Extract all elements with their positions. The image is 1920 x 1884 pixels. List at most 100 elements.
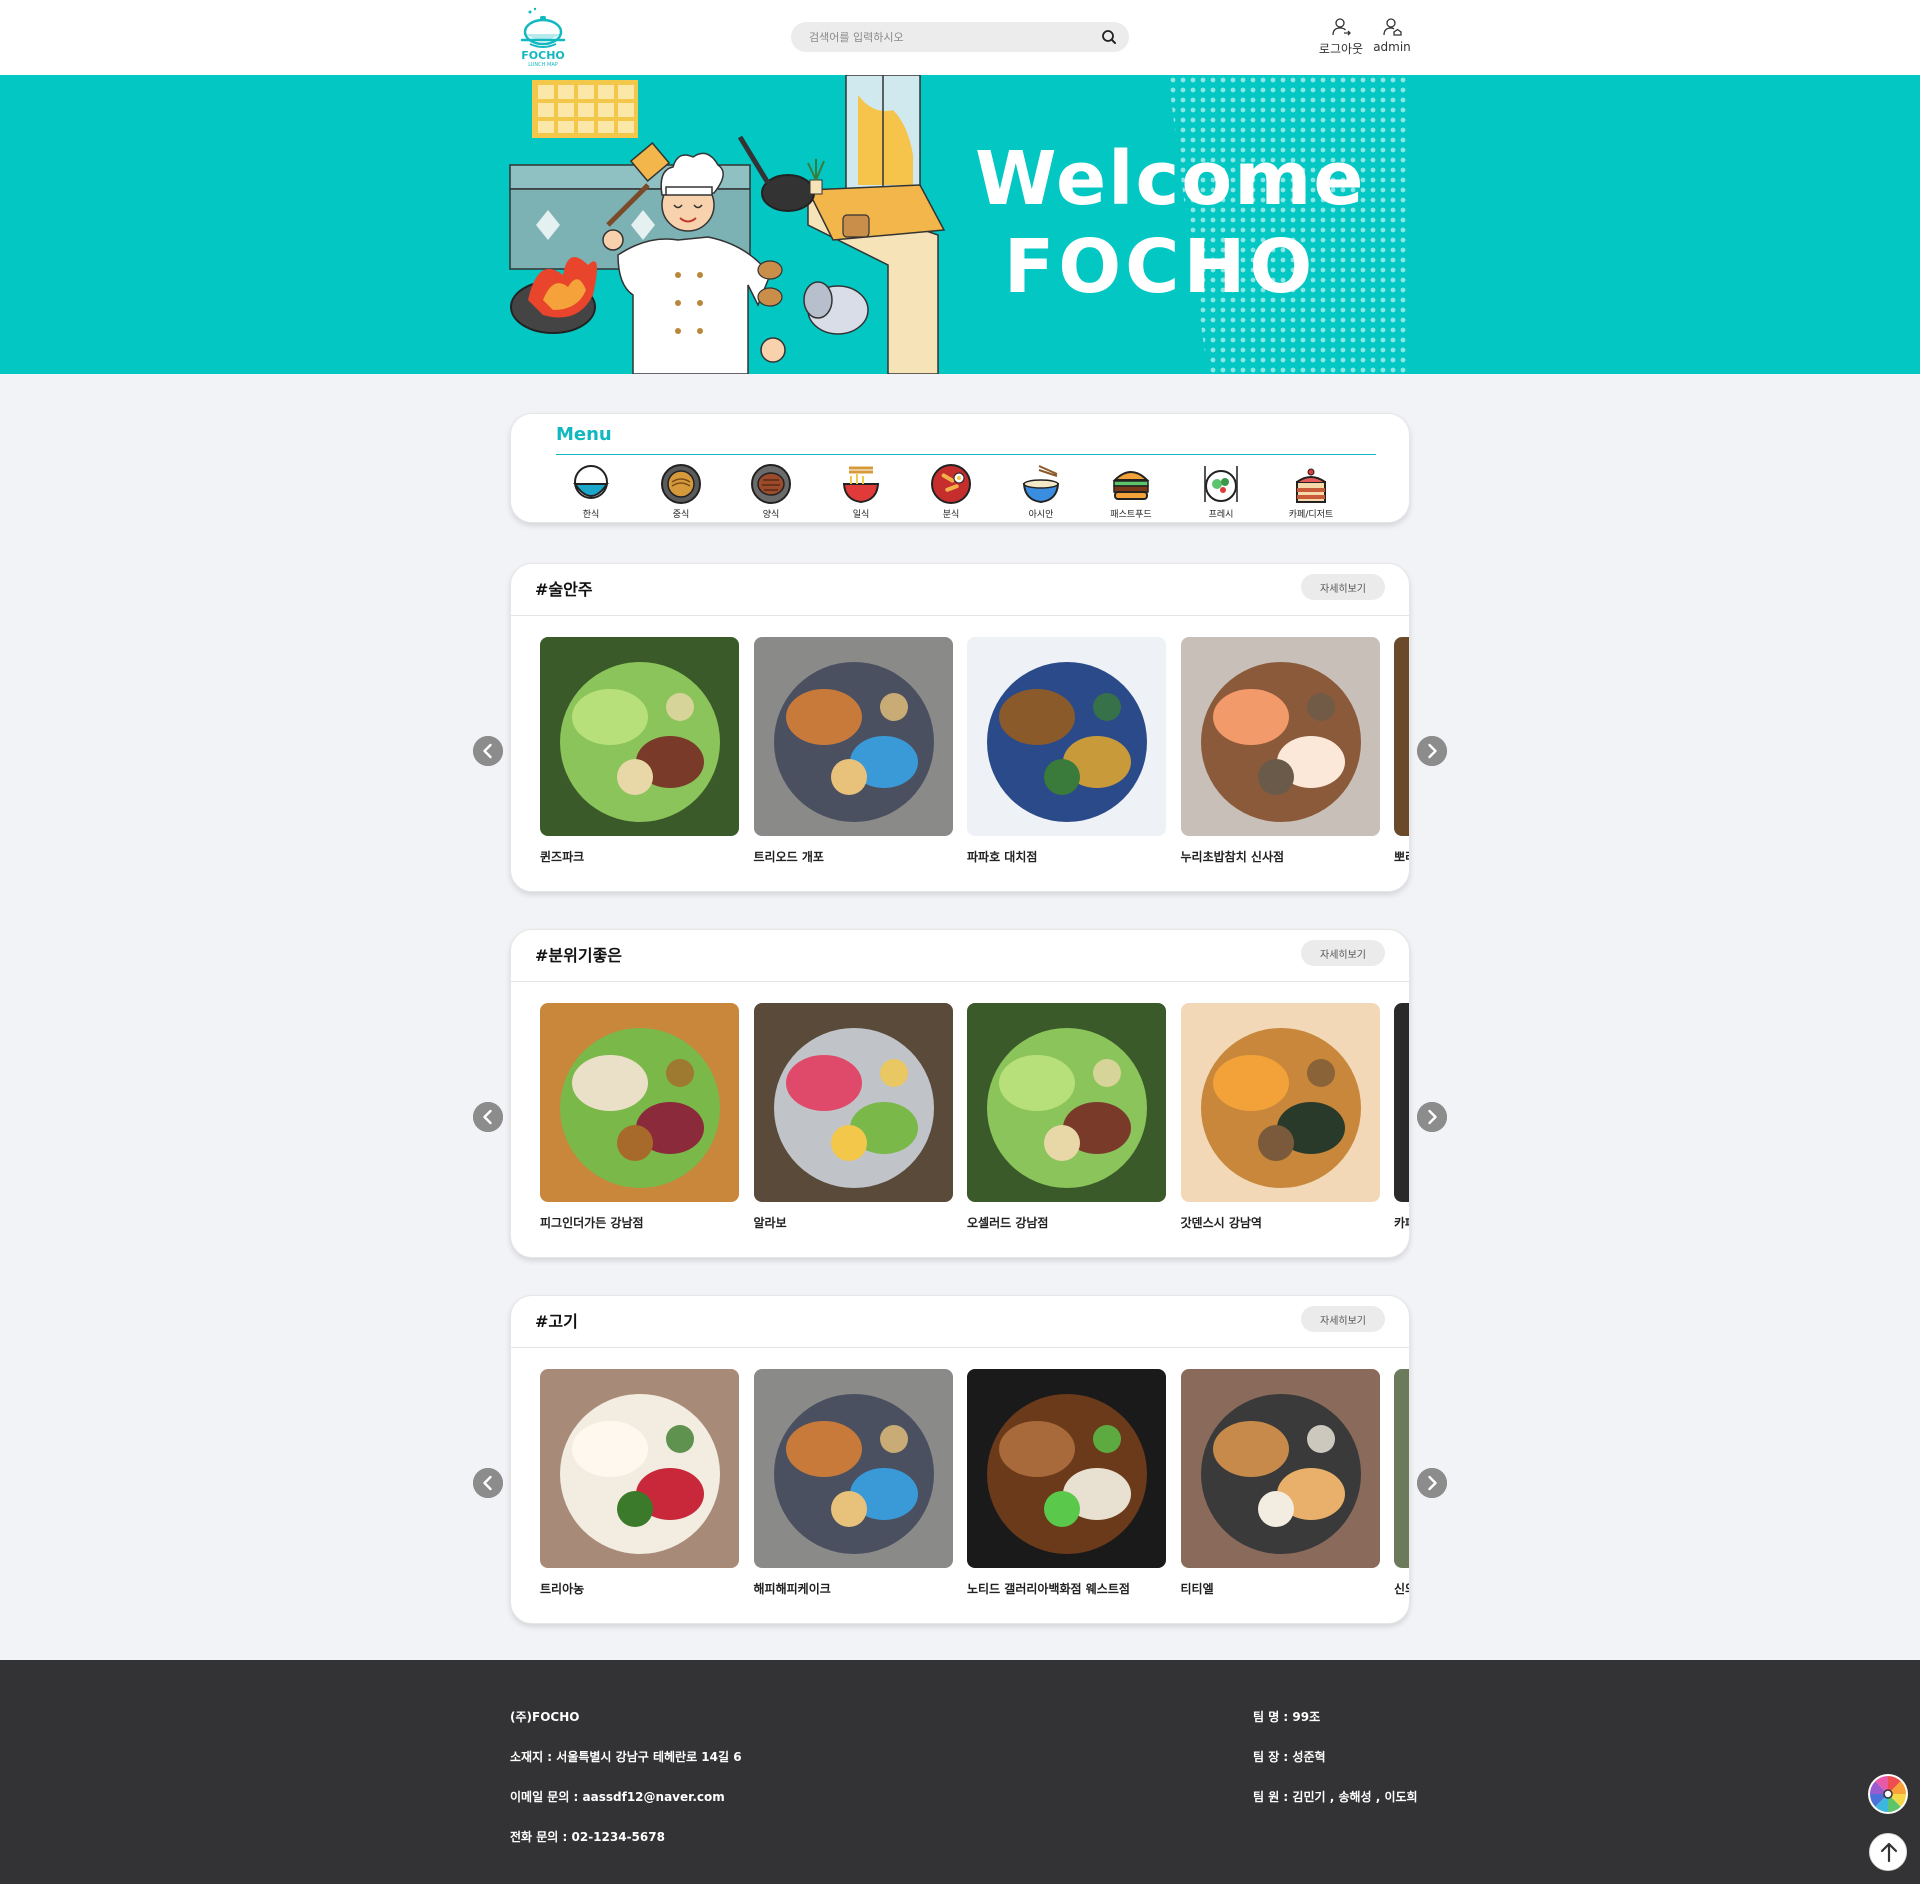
search-icon[interactable] — [1101, 29, 1117, 45]
section-title: #분위기좋은 — [535, 946, 623, 965]
logout-button[interactable]: 로그아웃 — [1316, 16, 1366, 57]
restaurant-name: 트리아농 — [540, 1582, 585, 1596]
site-header: FOCHO LUNCH MAP 로그아웃 admin — [0, 0, 1920, 75]
carousel-next-button[interactable] — [1417, 1102, 1447, 1132]
restaurant-name: 노티드 갤러리아백화점 웨스트점 — [967, 1582, 1130, 1596]
menu-category-item[interactable]: 중식 — [646, 462, 716, 520]
restaurant-card[interactable]: 알라보 — [753, 1003, 953, 1231]
section-title: #술안주 — [535, 580, 593, 599]
restaurant-card[interactable]: 오셀러드 강남점 — [967, 1003, 1166, 1231]
restaurant-card[interactable]: 해피해피케이크 — [753, 1369, 953, 1597]
restaurant-card[interactable]: 노티드 갤러리아백화점 웨스트점 — [967, 1369, 1166, 1597]
carousel-prev-button[interactable] — [473, 736, 503, 766]
restaurant-card[interactable]: 퀸즈파크 — [540, 637, 739, 865]
menu-divider — [556, 454, 1376, 455]
carousel-prev-button[interactable] — [473, 1102, 503, 1132]
menu-category-label: 양식 — [762, 510, 780, 520]
restaurant-photo — [1394, 1003, 1409, 1202]
restaurant-photo — [967, 637, 1166, 836]
view-more-button[interactable]: 자세히보기 — [1301, 574, 1385, 600]
restaurant-card[interactable]: 트리아농 — [540, 1369, 739, 1597]
carousel-next-button[interactable] — [1417, 736, 1447, 766]
restaurant-name: 누리초밥참치 신사점 — [1180, 850, 1285, 864]
footer-team-name: 팀 명 : 99조 — [1253, 1710, 1321, 1724]
restaurant-photo — [540, 1369, 739, 1568]
scroll-top-button[interactable] — [1869, 1833, 1907, 1871]
restaurant-photo — [1180, 1369, 1380, 1568]
restaurant-name: 해피해피케이크 — [753, 1582, 831, 1596]
menu-category-item[interactable]: 카페/디저트 — [1276, 462, 1346, 520]
carousel-next-button[interactable] — [1417, 1468, 1447, 1498]
footer-address: 소재지 : 서울특별시 강남구 테헤란로 14길 6 — [510, 1750, 742, 1764]
footer-email: 이메일 문의 : aassdf12@naver.com — [510, 1790, 725, 1804]
menu-category-label: 중식 — [672, 510, 690, 520]
roulette-wheel-icon — [1868, 1774, 1908, 1814]
restaurant-section-card: #분위기좋은 자세히보기피그인더가든 강남점 알라보 오셀러드 강남점 갓덴스시 강남역… — [510, 929, 1410, 1258]
welcome-banner: Welcome FOCHO — [0, 75, 1920, 374]
menu-category-item[interactable]: 분식 — [916, 462, 986, 520]
restaurant-card[interactable]: 피그인더가든 강남점 — [540, 1003, 739, 1231]
restaurant-photo — [1180, 637, 1380, 836]
restaurant-section-card: #고기 자세히보기트리아농 해피해피케이크 노티드 갤러리아백화점 웨스트점 티티엘 신의 — [510, 1295, 1410, 1624]
restaurant-carousel: 퀸즈파크 트리오드 개포 파파호 대치점 누리초밥참치 신사점 뽀리 — [540, 637, 1409, 877]
menu-category-label: 분식 — [942, 510, 960, 520]
carousel-prev-button[interactable] — [473, 1468, 503, 1498]
roulette-wheel-button[interactable] — [1866, 1772, 1910, 1816]
restaurant-name: 티티엘 — [1180, 1582, 1214, 1596]
restaurant-name: 알라보 — [753, 1216, 787, 1230]
restaurant-photo — [967, 1003, 1166, 1202]
menu-category-item[interactable]: 아시안 — [1006, 462, 1076, 520]
menu-category-item[interactable]: 양식 — [736, 462, 806, 520]
restaurant-name: 파파호 대치점 — [967, 850, 1038, 864]
restaurant-card[interactable]: 카페 — [1394, 1003, 1409, 1231]
menu-category-item[interactable]: 한식 — [556, 462, 626, 520]
view-more-button[interactable]: 자세히보기 — [1301, 1306, 1385, 1332]
search-bar — [791, 22, 1129, 52]
section-divider — [511, 981, 1409, 982]
restaurant-card[interactable]: 누리초밥참치 신사점 — [1180, 637, 1380, 865]
view-more-button[interactable]: 자세히보기 — [1301, 940, 1385, 966]
menu-category-label: 패스트푸드 — [1110, 510, 1152, 520]
restaurant-card[interactable]: 신의 — [1394, 1369, 1409, 1597]
steak-plate-icon — [751, 464, 791, 504]
burger-icon — [1112, 471, 1150, 500]
search-input[interactable] — [809, 22, 1089, 52]
restaurant-card[interactable]: 뽀리 — [1394, 637, 1409, 865]
menu-category-item[interactable]: 일식 — [826, 462, 896, 520]
restaurant-photo — [1394, 1369, 1409, 1568]
restaurant-name: 뽀리 — [1394, 850, 1409, 864]
pho-bowl-icon — [1022, 465, 1060, 504]
menu-category-label: 아시안 — [1028, 510, 1054, 520]
user-label: admin — [1373, 40, 1411, 54]
section-title: #고기 — [535, 1312, 578, 1331]
menu-category-item[interactable]: 프레시 — [1186, 462, 1256, 520]
arrow-up-icon — [1880, 1842, 1898, 1863]
menu-category-item[interactable]: 패스트푸드 — [1096, 462, 1166, 520]
user-profile-button[interactable]: admin — [1367, 16, 1417, 54]
menu-category-label: 한식 — [582, 510, 600, 520]
welcome-line-2: FOCHO — [1003, 224, 1317, 310]
restaurant-card[interactable]: 갓덴스시 강남역 — [1180, 1003, 1380, 1231]
user-home-icon — [1383, 18, 1402, 36]
restaurant-name: 신의 — [1394, 1582, 1409, 1596]
focho-logo[interactable]: FOCHO LUNCH MAP — [520, 6, 566, 70]
chevron-left-icon — [473, 736, 503, 766]
footer-company: (주)FOCHO — [510, 1710, 580, 1724]
menu-category-label: 카페/디저트 — [1288, 510, 1334, 520]
section-divider — [511, 615, 1409, 616]
tteokbokki-plate-icon — [931, 464, 971, 504]
restaurant-photo — [1180, 1003, 1380, 1202]
user-logout-icon — [1332, 18, 1351, 36]
site-footer: (주)FOCHO 소재지 : 서울특별시 강남구 테헤란로 14길 6 이메일 … — [0, 1660, 1920, 1884]
restaurant-card[interactable]: 트리오드 개포 — [753, 637, 953, 865]
restaurant-photo — [753, 1003, 953, 1202]
welcome-line-1: Welcome — [975, 136, 1366, 222]
chevron-right-icon — [1417, 1468, 1447, 1498]
chevron-left-icon — [473, 1102, 503, 1132]
logo-subtext: LUNCH MAP — [528, 62, 558, 68]
restaurant-name: 트리오드 개포 — [753, 850, 824, 864]
restaurant-card[interactable]: 파파호 대치점 — [967, 637, 1166, 865]
restaurant-name: 퀸즈파크 — [540, 850, 585, 864]
restaurant-card[interactable]: 티티엘 — [1180, 1369, 1380, 1597]
logo-text: FOCHO — [521, 49, 565, 62]
